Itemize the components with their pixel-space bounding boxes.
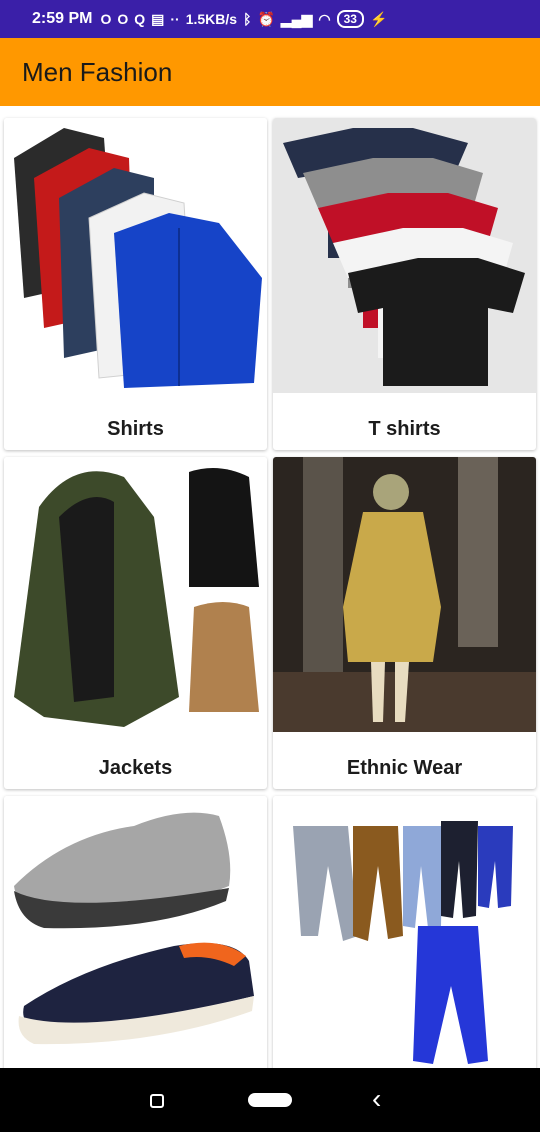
- bluetooth-icon: ᛒ: [243, 11, 252, 27]
- q-icon: Q: [134, 11, 146, 27]
- category-card-shoes[interactable]: [4, 796, 267, 1068]
- status-system-icons: 1.5KB/s ᛒ ⏰ ▂▄▆ ◠ 33 ⚡: [185, 10, 388, 28]
- home-button[interactable]: [248, 1093, 292, 1107]
- category-card-jackets[interactable]: Jackets: [4, 457, 267, 789]
- shirts-image: [4, 118, 267, 396]
- page-title: Men Fashion: [22, 56, 173, 87]
- status-time: 2:59 PM: [32, 10, 93, 27]
- signal-icon: ▂▄▆: [280, 10, 313, 27]
- battery-level: 33: [343, 12, 357, 26]
- shoes-image: [4, 796, 267, 1068]
- wifi-icon: ◠: [318, 10, 331, 27]
- net-speed: 1.5KB/s: [185, 11, 238, 27]
- jackets-image: [4, 457, 267, 737]
- app-screen: 2:59 PM O O Q ▤ ·· 1.5KB/s ᛒ ⏰ ▂▄▆ ◠ 33 …: [0, 0, 540, 1132]
- tshirts-image: [273, 118, 536, 393]
- category-card-ethnic-wear[interactable]: Ethnic Wear: [273, 457, 536, 789]
- back-button[interactable]: ‹: [372, 1084, 381, 1114]
- alarm-icon: ⏰: [257, 10, 275, 27]
- app-toolbar: Men Fashion: [0, 38, 540, 106]
- calendar-icon: ▤: [151, 10, 165, 27]
- opera-icon: O: [100, 11, 112, 27]
- category-card-jeans[interactable]: [273, 796, 536, 1068]
- category-card-shirts[interactable]: Shirts: [4, 118, 267, 450]
- category-grid[interactable]: Shirts T shirts Jackets Ethnic Wear: [0, 106, 540, 1068]
- jeans-image: [273, 796, 536, 1068]
- category-label: T shirts: [368, 418, 441, 440]
- dots-icon: ··: [170, 11, 180, 27]
- system-nav-bar: ‹: [0, 1068, 540, 1132]
- category-card-tshirts[interactable]: T shirts: [273, 118, 536, 450]
- category-label: Jackets: [98, 757, 173, 779]
- category-label: Ethnic Wear: [346, 757, 463, 779]
- recents-button[interactable]: [150, 1094, 164, 1108]
- category-label: Shirts: [107, 418, 164, 440]
- status-notification-icons: O O Q ▤ ··: [100, 11, 179, 28]
- status-bar: 2:59 PM O O Q ▤ ·· 1.5KB/s ᛒ ⏰ ▂▄▆ ◠ 33 …: [0, 0, 540, 38]
- opera-icon: O: [117, 11, 129, 27]
- battery-icon: 33: [336, 10, 364, 28]
- ethnic-wear-image: [273, 457, 536, 732]
- charging-icon: ⚡: [369, 10, 388, 27]
